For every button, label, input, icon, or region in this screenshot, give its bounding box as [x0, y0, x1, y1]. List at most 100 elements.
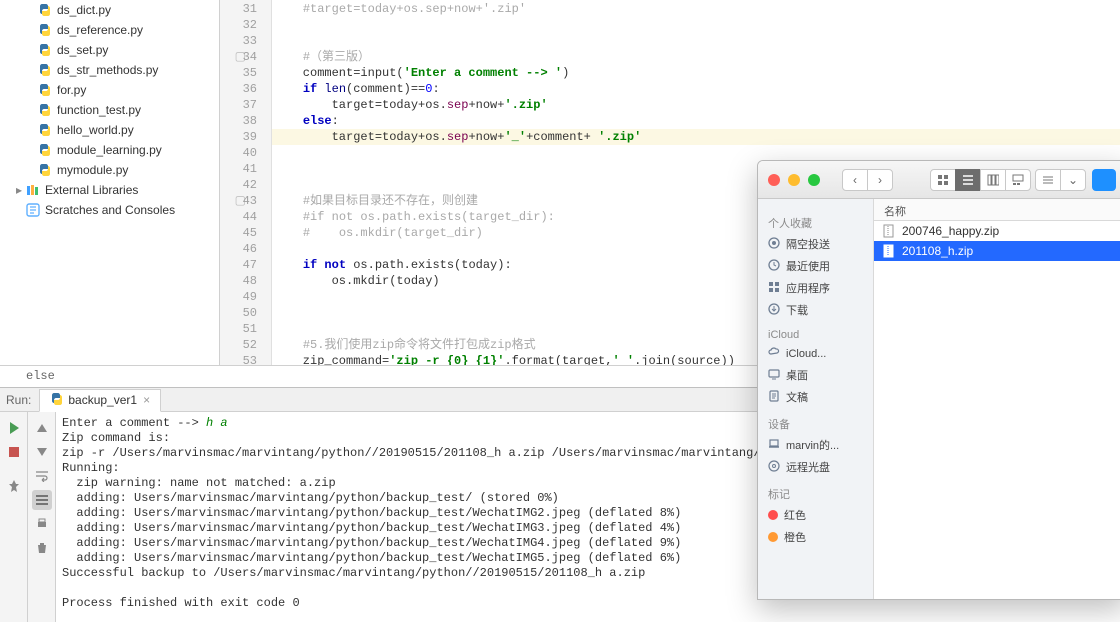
python-file-icon: [38, 143, 52, 157]
label: 远程光盘: [786, 459, 830, 475]
label: 红色: [784, 507, 806, 523]
external-libraries[interactable]: ▸External Libraries: [0, 180, 219, 200]
disc-icon: [768, 460, 786, 475]
rerun-button[interactable]: [4, 418, 24, 438]
file-label: ds_reference.py: [57, 23, 143, 37]
label: 橙色: [784, 529, 806, 545]
download-icon: [768, 303, 786, 318]
sidebar-item[interactable]: 文稿: [758, 386, 873, 408]
column-header-name[interactable]: 名称: [874, 199, 1120, 221]
column-view-button[interactable]: [980, 169, 1006, 191]
file-item[interactable]: ds_set.py: [0, 40, 219, 60]
apps-icon: [768, 281, 786, 296]
sidebar-item[interactable]: marvin的...: [758, 434, 873, 456]
close-window-button[interactable]: [768, 174, 780, 186]
tag-dot-icon: [768, 532, 778, 542]
zoom-window-button[interactable]: [808, 174, 820, 186]
sidebar-item[interactable]: 下载: [758, 299, 873, 321]
toggle-output-button[interactable]: [32, 490, 52, 510]
file-item[interactable]: hello_world.py: [0, 120, 219, 140]
label: External Libraries: [45, 183, 138, 197]
label: 文稿: [786, 389, 808, 405]
label: iCloud...: [786, 348, 826, 360]
scratch-icon: [26, 203, 40, 217]
sidebar-item[interactable]: iCloud...: [758, 343, 873, 364]
tag-item[interactable]: 橙色: [758, 526, 873, 548]
file-item[interactable]: function_test.py: [0, 100, 219, 120]
list-view-button[interactable]: [955, 169, 981, 191]
print-button[interactable]: [32, 514, 52, 534]
clock-icon: [768, 259, 786, 274]
sidebar-hdr-devices: 设备: [758, 414, 873, 434]
label: marvin的...: [786, 437, 839, 453]
file-row[interactable]: 200746_happy.zip: [874, 221, 1120, 241]
forward-button[interactable]: ›: [867, 169, 893, 191]
sidebar-item[interactable]: 应用程序: [758, 277, 873, 299]
scroll-down-button[interactable]: [32, 442, 52, 462]
file-label: function_test.py: [57, 103, 141, 117]
scratches-consoles[interactable]: ▸Scratches and Consoles: [0, 200, 219, 220]
label: 最近使用: [786, 258, 830, 274]
sidebar-item[interactable]: 隔空投送: [758, 233, 873, 255]
library-icon: [26, 183, 40, 197]
python-file-icon: [38, 123, 52, 137]
run-tab[interactable]: backup_ver1 ×: [39, 389, 161, 412]
soft-wrap-button[interactable]: [32, 466, 52, 486]
back-button[interactable]: ‹: [842, 169, 868, 191]
project-tree[interactable]: ds_dict.py ds_reference.py ds_set.py ds_str…: [0, 0, 220, 365]
sidebar-item[interactable]: 桌面: [758, 364, 873, 386]
sidebar-hdr-tags: 标记: [758, 484, 873, 504]
file-row[interactable]: 201108_h.zip: [874, 241, 1120, 261]
file-item[interactable]: mymodule.py: [0, 160, 219, 180]
file-label: for.py: [57, 83, 86, 97]
file-label: mymodule.py: [57, 163, 128, 177]
file-label: ds_dict.py: [57, 3, 111, 17]
tag-item[interactable]: 红色: [758, 504, 873, 526]
finder-window[interactable]: ‹ › ⌄ 个人收藏 隔空投送最近使用应用程序下载 iCloud iCloud.…: [757, 160, 1120, 600]
file-item[interactable]: ds_str_methods.py: [0, 60, 219, 80]
python-file-icon: [50, 392, 64, 409]
file-label: hello_world.py: [57, 123, 134, 137]
file-label: ds_str_methods.py: [57, 63, 158, 77]
label: 桌面: [786, 367, 808, 383]
arrange-button[interactable]: [1035, 169, 1061, 191]
laptop-icon: [768, 438, 786, 453]
run-label: Run:: [6, 393, 31, 407]
file-name: 201108_h.zip: [902, 244, 973, 258]
gallery-view-button[interactable]: [1005, 169, 1031, 191]
file-label: ds_set.py: [57, 43, 108, 57]
zip-file-icon: [882, 224, 898, 238]
icon-view-button[interactable]: [930, 169, 956, 191]
python-file-icon: [38, 43, 52, 57]
file-item[interactable]: ds_dict.py: [0, 0, 219, 20]
scroll-up-button[interactable]: [32, 418, 52, 438]
close-icon[interactable]: ×: [143, 393, 150, 407]
python-file-icon: [38, 23, 52, 37]
sidebar-hdr-favorites: 个人收藏: [758, 213, 873, 233]
docs-icon: [768, 390, 786, 405]
desktop-icon: [768, 368, 786, 383]
file-item[interactable]: ds_reference.py: [0, 20, 219, 40]
run-tab-label: backup_ver1: [68, 393, 137, 407]
zip-file-icon: [882, 244, 898, 258]
pin-button[interactable]: [4, 476, 24, 496]
sidebar-item[interactable]: 最近使用: [758, 255, 873, 277]
airdrop-icon: [768, 237, 786, 252]
file-item[interactable]: for.py: [0, 80, 219, 100]
share-button[interactable]: [1092, 169, 1116, 191]
label: 下载: [786, 302, 808, 318]
stop-button[interactable]: [4, 442, 24, 462]
finder-file-list[interactable]: 200746_happy.zip 201108_h.zip: [874, 221, 1120, 599]
arrange-dropdown[interactable]: ⌄: [1060, 169, 1086, 191]
sidebar-item[interactable]: 远程光盘: [758, 456, 873, 478]
file-item[interactable]: module_learning.py: [0, 140, 219, 160]
run-toolbar-2: [28, 412, 56, 622]
python-file-icon: [38, 3, 52, 17]
python-file-icon: [38, 103, 52, 117]
python-file-icon: [38, 83, 52, 97]
titlebar[interactable]: ‹ › ⌄: [758, 161, 1120, 199]
minimize-window-button[interactable]: [788, 174, 800, 186]
finder-sidebar[interactable]: 个人收藏 隔空投送最近使用应用程序下载 iCloud iCloud...桌面文稿…: [758, 199, 874, 599]
delete-button[interactable]: [32, 538, 52, 558]
cloud-icon: [768, 346, 786, 361]
